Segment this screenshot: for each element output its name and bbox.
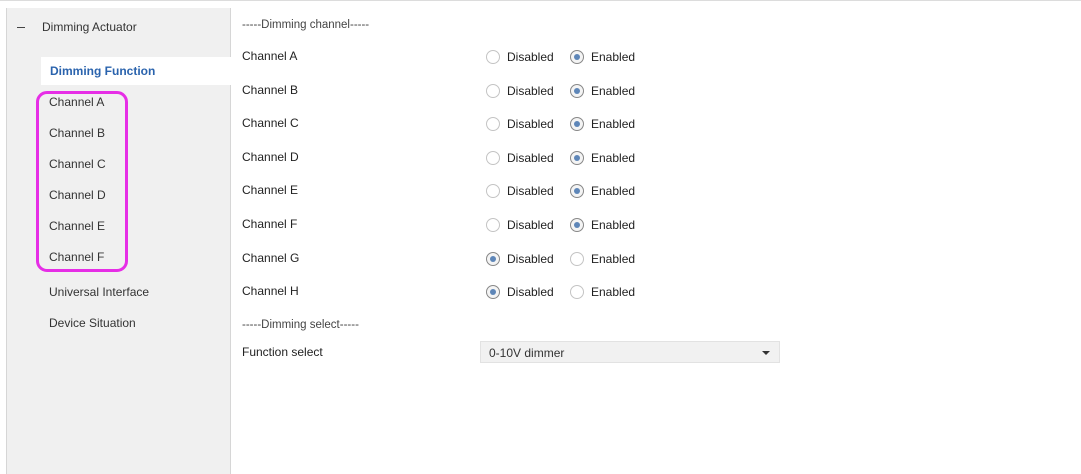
radio-unchecked-icon[interactable] [486,50,500,64]
sidebar-item-dimming-function[interactable]: Dimming Function [41,57,233,85]
channel-b-enabled-option[interactable]: Enabled [570,80,635,102]
function-select-value: 0-10V dimmer [489,346,565,360]
chevron-down-icon [762,351,770,355]
radio-unchecked-icon[interactable] [570,252,584,266]
radio-unchecked-icon[interactable] [486,84,500,98]
channel-a-enabled-option[interactable]: Enabled [570,46,635,68]
channel-label: Channel D [242,150,299,164]
option-label: Disabled [507,252,554,266]
option-label: Disabled [507,151,554,165]
radio-checked-icon[interactable] [486,252,500,266]
option-label: Enabled [591,184,636,198]
section-header-dimming-channel: -----Dimming channel----- [242,19,370,31]
channel-row-channel-f: Channel F Disabled Enabled [242,214,802,236]
sidebar-item-universal-interface[interactable]: Universal Interface [7,278,232,306]
option-label: Disabled [507,184,554,198]
app-window: Dimming Actuator Dimming Function Channe… [0,0,1081,474]
radio-checked-icon[interactable] [570,184,584,198]
sidebar-item-label: Channel A [49,95,105,109]
channel-e-disabled-option[interactable]: Disabled [486,180,554,202]
radio-checked-icon[interactable] [570,84,584,98]
sidebar-item-label: Universal Interface [49,285,150,299]
sidebar-item-channel-d[interactable]: Channel D [7,181,232,209]
radio-unchecked-icon[interactable] [486,117,500,131]
sidebar-item-label: Device Situation [49,316,136,330]
radio-unchecked-icon[interactable] [570,285,584,299]
channel-g-enabled-option[interactable]: Enabled [570,248,635,270]
option-label: Disabled [507,117,554,131]
channel-row-channel-g: Channel G Disabled Enabled [242,248,802,270]
function-select-label: Function select [242,345,323,359]
collapse-icon[interactable] [17,27,25,28]
channel-f-disabled-option[interactable]: Disabled [486,214,554,236]
sidebar-item-label: Channel B [49,126,106,140]
channel-d-disabled-option[interactable]: Disabled [486,147,554,169]
channel-row-channel-b: Channel B Disabled Enabled [242,80,802,102]
option-label: Enabled [591,285,636,299]
radio-unchecked-icon[interactable] [486,184,500,198]
sidebar-item-device-situation[interactable]: Device Situation [7,309,232,337]
channel-label: Channel H [242,284,299,298]
option-label: Enabled [591,84,636,98]
channel-e-enabled-option[interactable]: Enabled [570,180,635,202]
channel-a-disabled-option[interactable]: Disabled [486,46,554,68]
function-select-dropdown[interactable]: 0-10V dimmer [480,341,780,363]
channel-row-channel-d: Channel D Disabled Enabled [242,147,802,169]
channel-d-enabled-option[interactable]: Enabled [570,147,635,169]
tree-root-dimming-actuator[interactable]: Dimming Actuator [7,8,232,48]
channel-h-enabled-option[interactable]: Enabled [570,281,635,303]
option-label: Enabled [591,151,636,165]
channel-label: Channel B [242,83,299,97]
sidebar-item-channel-f[interactable]: Channel F [7,243,232,271]
channel-label: Channel G [242,251,300,265]
radio-checked-icon[interactable] [570,151,584,165]
radio-unchecked-icon[interactable] [486,151,500,165]
channel-h-disabled-option[interactable]: Disabled [486,281,554,303]
sidebar-item-label: Channel C [49,157,106,171]
option-label: Disabled [507,84,554,98]
radio-checked-icon[interactable] [570,218,584,232]
radio-checked-icon[interactable] [570,117,584,131]
sidebar-item-channel-e[interactable]: Channel E [7,212,232,240]
tree-root-label: Dimming Actuator [42,20,137,34]
option-label: Enabled [591,50,636,64]
sidebar-item-label: Channel D [49,188,106,202]
channel-label: Channel C [242,116,299,130]
radio-checked-icon[interactable] [486,285,500,299]
channel-label: Channel A [242,49,298,63]
channel-row-channel-e: Channel E Disabled Enabled [242,180,802,202]
option-label: Disabled [507,50,554,64]
sidebar: Dimming Actuator Dimming Function Channe… [6,8,233,474]
channel-label: Channel E [242,183,299,197]
sidebar-item-channel-a[interactable]: Channel A [7,88,232,116]
option-label: Disabled [507,218,554,232]
option-label: Enabled [591,117,636,131]
option-label: Enabled [591,218,636,232]
option-label: Enabled [591,252,636,266]
radio-checked-icon[interactable] [570,50,584,64]
channel-c-enabled-option[interactable]: Enabled [570,113,635,135]
sidebar-item-channel-b[interactable]: Channel B [7,119,232,147]
sidebar-item-label: Dimming Function [50,64,156,78]
channel-row-channel-a: Channel A Disabled Enabled [242,46,802,68]
channel-g-disabled-option[interactable]: Disabled [486,248,554,270]
radio-unchecked-icon[interactable] [486,218,500,232]
channel-c-disabled-option[interactable]: Disabled [486,113,554,135]
option-label: Disabled [507,285,554,299]
main-panel: -----Dimming channel----- Channel A Disab… [232,8,1081,474]
channel-f-enabled-option[interactable]: Enabled [570,214,635,236]
channel-b-disabled-option[interactable]: Disabled [486,80,554,102]
sidebar-item-label: Channel E [49,219,106,233]
section-header-dimming-select: -----Dimming select----- [242,319,359,331]
channel-row-channel-h: Channel H Disabled Enabled [242,281,802,303]
channel-row-channel-c: Channel C Disabled Enabled [242,113,802,135]
channel-label: Channel F [242,217,298,231]
sidebar-item-channel-c[interactable]: Channel C [7,150,232,178]
sidebar-item-label: Channel F [49,250,105,264]
